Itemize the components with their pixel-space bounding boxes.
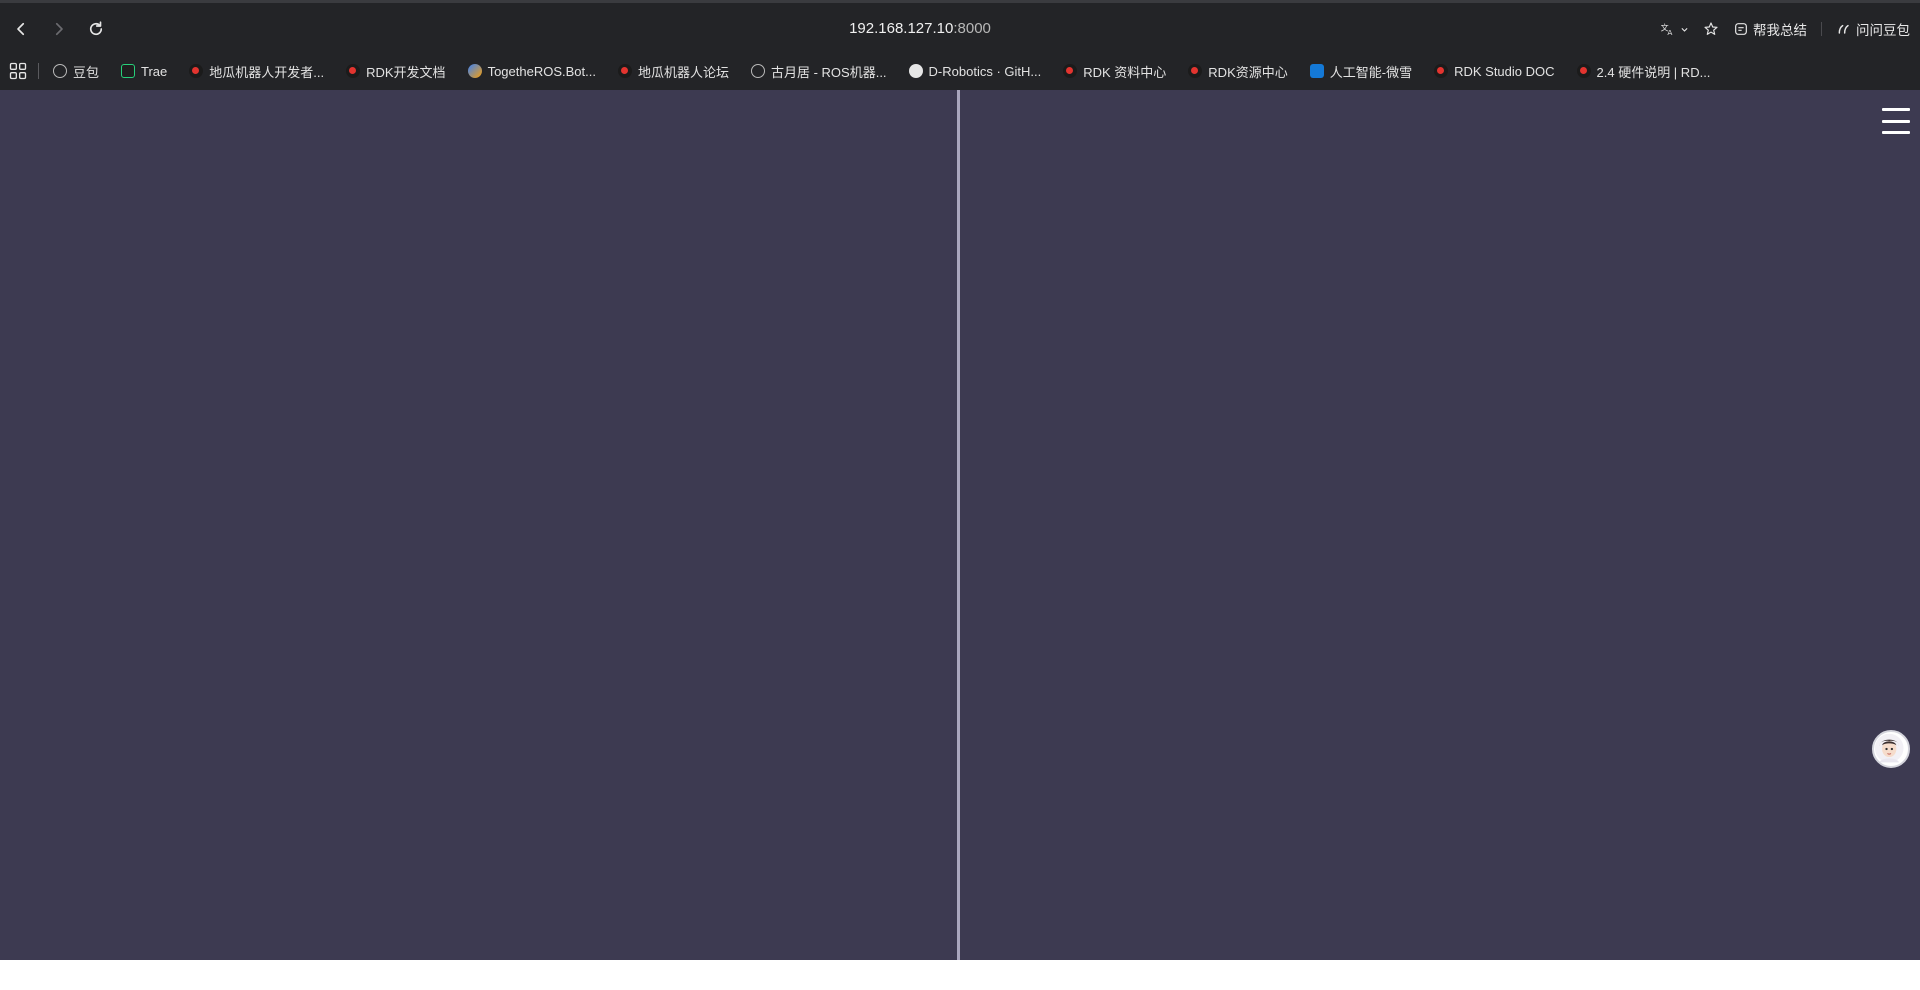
bookmark-label: TogetheROS.Bot... bbox=[487, 63, 596, 79]
menu-bar bbox=[1882, 131, 1910, 134]
bookmark-label: RDK Studio DOC bbox=[1454, 63, 1555, 79]
bookmark-item[interactable]: TogetheROS.Bot... bbox=[467, 63, 596, 79]
bookmark-item[interactable]: RDK Studio DOC bbox=[1434, 63, 1555, 79]
bookmark-item[interactable]: 豆包 bbox=[53, 62, 99, 81]
toolbar-actions: 文A 帮我总结 问问豆包 bbox=[1660, 15, 1910, 43]
bookmark-item[interactable]: 人工智能-微雪 bbox=[1309, 62, 1413, 81]
bookmarks-bar: 豆包 Trae 地瓜机器人开发者... RDK开发文档 TogetheROS.B… bbox=[0, 52, 1920, 90]
ask-doubao-button[interactable]: 问问豆包 bbox=[1836, 19, 1910, 39]
bookmark-label: 地瓜机器人开发者... bbox=[209, 64, 325, 80]
ask-doubao-label: 问问豆包 bbox=[1856, 23, 1910, 38]
summary-label: 帮我总结 bbox=[1753, 23, 1807, 38]
address-host: 192.168.127.10 bbox=[849, 20, 954, 37]
apps-grid-icon[interactable] bbox=[8, 61, 28, 81]
browser-toolbar: 192.168.127.10:8000 文A 帮我总结 问问豆包 bbox=[0, 0, 1920, 52]
bookmark-star-button[interactable] bbox=[1703, 21, 1719, 37]
chevron-left-icon bbox=[17, 22, 25, 36]
rdk-icon bbox=[346, 64, 361, 78]
github-icon bbox=[908, 64, 923, 78]
globe-icon bbox=[750, 64, 765, 78]
bookmark-item[interactable]: 地瓜机器人开发者... bbox=[189, 62, 324, 81]
trae-icon bbox=[121, 64, 136, 78]
summary-icon bbox=[1735, 23, 1747, 35]
split-divider[interactable] bbox=[957, 90, 960, 960]
bookmark-item[interactable]: RDK开发文档 bbox=[346, 62, 446, 81]
waveshare-icon bbox=[1309, 64, 1324, 78]
toolbar-separator bbox=[1821, 22, 1822, 36]
bookmark-label: 人工智能-微雪 bbox=[1329, 64, 1413, 80]
bottom-blank-area bbox=[0, 960, 1920, 990]
bookmark-label: Trae bbox=[141, 63, 168, 79]
rdk-icon bbox=[1434, 64, 1449, 78]
rdk-icon bbox=[1063, 64, 1078, 78]
star-icon bbox=[1704, 22, 1718, 35]
address-port: :8000 bbox=[953, 20, 991, 37]
translate-icon: 文A bbox=[1661, 22, 1673, 37]
quote-icon bbox=[1838, 24, 1849, 34]
hamburger-menu-icon[interactable] bbox=[1882, 108, 1910, 134]
bookmark-item[interactable]: D-Robotics · GitH... bbox=[908, 63, 1042, 79]
bookmark-label: D-Robotics · GitH... bbox=[928, 63, 1042, 79]
translate-button[interactable]: 文A bbox=[1660, 21, 1689, 37]
bookmark-label: RDK资源中心 bbox=[1208, 64, 1288, 80]
bookmark-label: 古月居 - ROS机器... bbox=[770, 64, 887, 80]
svg-text:A: A bbox=[1667, 28, 1672, 37]
bookmark-label: 地瓜机器人论坛 bbox=[637, 64, 729, 80]
bookmark-item[interactable]: RDK资源中心 bbox=[1188, 62, 1288, 81]
bookmark-label: RDK开发文档 bbox=[366, 64, 446, 80]
dgrobot-icon bbox=[1188, 64, 1203, 78]
bookmark-item[interactable]: 古月居 - ROS机器... bbox=[750, 62, 887, 81]
bookmarks-separator bbox=[38, 63, 39, 79]
chevron-down-icon bbox=[1681, 27, 1688, 32]
chevron-right-icon bbox=[55, 22, 63, 36]
bookmark-label: RDK 资料中心 bbox=[1083, 64, 1167, 80]
page-content bbox=[0, 90, 1920, 960]
menu-bar bbox=[1882, 119, 1910, 123]
reload-button[interactable] bbox=[83, 16, 109, 42]
menu-bar bbox=[1882, 108, 1910, 111]
forward-button[interactable] bbox=[46, 16, 72, 42]
bookmark-item[interactable]: Trae bbox=[121, 64, 167, 79]
bookmark-item[interactable]: 2.4 硬件说明 | RD... bbox=[1576, 62, 1711, 81]
tros-icon bbox=[467, 64, 482, 78]
rdk-icon bbox=[1576, 64, 1591, 78]
bookmark-item[interactable]: RDK 资料中心 bbox=[1063, 62, 1166, 81]
globe-icon bbox=[53, 64, 67, 78]
reload-icon bbox=[89, 21, 103, 36]
address-bar[interactable]: 192.168.127.10:8000 bbox=[600, 17, 1240, 41]
bookmark-item[interactable]: 地瓜机器人论坛 bbox=[617, 62, 729, 81]
assistant-avatar[interactable] bbox=[1872, 730, 1910, 768]
bookmark-label: 豆包 bbox=[73, 64, 100, 80]
dgrobot-icon bbox=[617, 64, 632, 78]
back-button[interactable] bbox=[8, 16, 34, 42]
bookmark-label: 2.4 硬件说明 | RD... bbox=[1596, 64, 1711, 80]
avatar-face-icon bbox=[1874, 733, 1904, 763]
summary-button[interactable]: 帮我总结 bbox=[1733, 19, 1807, 39]
dgrobot-icon bbox=[189, 64, 204, 78]
